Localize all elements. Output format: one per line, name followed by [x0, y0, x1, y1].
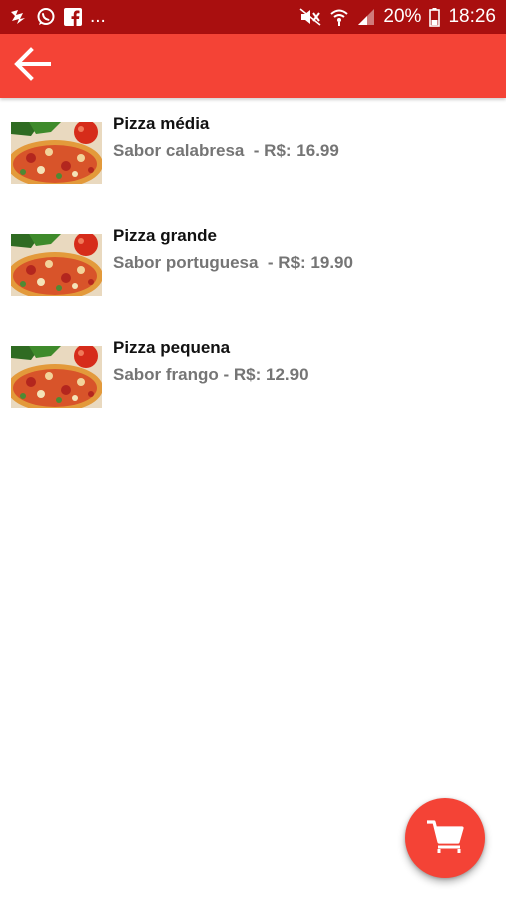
shopping-cart-icon	[425, 817, 465, 860]
battery-percent: 20%	[383, 6, 422, 27]
product-details: Sabor calabresa - R$: 16.99	[113, 141, 339, 160]
pizza-image	[11, 234, 102, 296]
tencent-qq-icon	[8, 7, 28, 27]
product-details: Sabor portuguesa - R$: 19.90	[113, 253, 353, 272]
signal-icon	[357, 7, 375, 27]
list-item[interactable]: Pizza média Sabor calabresa - R$: 16.99	[0, 98, 506, 210]
whatsapp-icon	[36, 7, 56, 27]
product-name: Pizza grande	[113, 226, 217, 245]
status-bar-left: ...	[8, 6, 106, 28]
back-button[interactable]	[6, 42, 58, 90]
status-bar-right: 20% 18:26	[299, 6, 496, 28]
app-bar	[0, 34, 506, 98]
cart-fab-button[interactable]	[405, 798, 485, 878]
list-item[interactable]: Pizza grande Sabor portuguesa - R$: 19.9…	[0, 210, 506, 322]
product-name: Pizza pequena	[113, 338, 231, 357]
wifi-icon	[329, 7, 349, 27]
list-item[interactable]: Pizza pequena Sabor frango - R$: 12.90	[0, 322, 506, 434]
product-list: Pizza média Sabor calabresa - R$: 16.99	[0, 98, 506, 434]
status-bar: ... 20% 18:26	[0, 0, 506, 34]
arrow-back-icon	[11, 43, 53, 90]
notification-overflow: ...	[90, 6, 106, 27]
status-time: 18:26	[448, 6, 496, 27]
battery-icon	[429, 7, 441, 27]
pizza-image	[11, 346, 102, 408]
pizza-image	[11, 122, 102, 184]
facebook-icon	[64, 7, 82, 27]
product-details: Sabor frango - R$: 12.90	[113, 365, 309, 384]
product-name: Pizza média	[113, 114, 210, 133]
mute-icon	[299, 7, 321, 27]
